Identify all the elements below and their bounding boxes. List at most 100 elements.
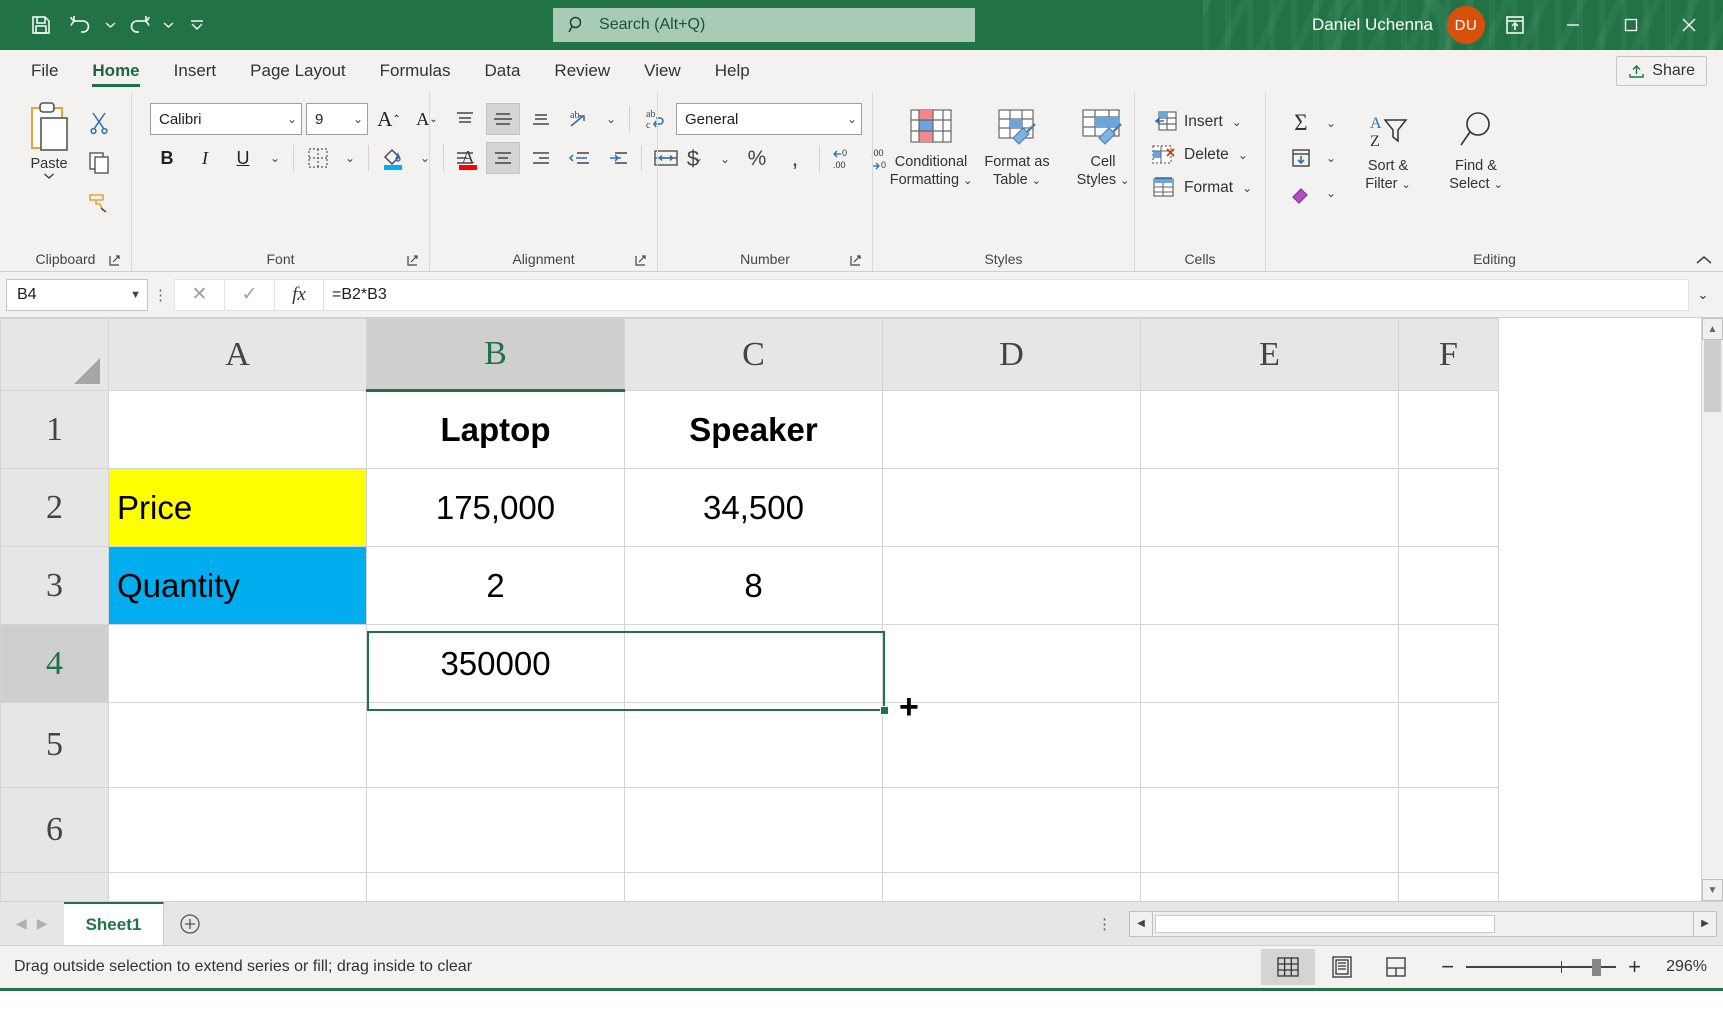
column-header-e[interactable]: E: [1141, 319, 1399, 391]
middle-align-icon[interactable]: [486, 103, 520, 135]
cell-b7[interactable]: [367, 873, 625, 902]
cell-c4[interactable]: [625, 625, 883, 703]
zoom-slider-thumb[interactable]: [1592, 959, 1601, 976]
zoom-in-button[interactable]: +: [1628, 956, 1641, 978]
conditional-formatting-chevron-down-icon[interactable]: ⌄: [963, 175, 972, 187]
copy-icon[interactable]: [82, 146, 116, 180]
cell-b5[interactable]: [367, 703, 625, 788]
italic-button[interactable]: I: [188, 142, 222, 174]
cell-d6[interactable]: [883, 788, 1141, 873]
paste-button[interactable]: Paste: [18, 100, 80, 220]
avatar[interactable]: DU: [1447, 6, 1485, 44]
cell-styles-chevron-down-icon[interactable]: ⌄: [1120, 175, 1129, 187]
font-size-combo[interactable]: 9 ⌄: [306, 103, 368, 135]
redo-icon[interactable]: [120, 7, 158, 43]
column-header-f[interactable]: F: [1399, 319, 1499, 391]
cell-d5[interactable]: [883, 703, 1141, 788]
autosum-icon[interactable]: Σ: [1284, 107, 1318, 139]
cell-a3[interactable]: Quantity: [109, 547, 367, 625]
enter-formula-icon[interactable]: ✓: [224, 279, 274, 311]
insert-chevron-down-icon[interactable]: ⌄: [1232, 115, 1242, 129]
save-icon[interactable]: [22, 7, 60, 43]
cell-a4[interactable]: [109, 625, 367, 703]
insert-function-icon[interactable]: fx: [274, 279, 324, 311]
account-name[interactable]: Daniel Uchenna: [1312, 15, 1433, 35]
bold-button[interactable]: B: [150, 142, 184, 174]
tab-view[interactable]: View: [627, 50, 698, 92]
cell-b6[interactable]: [367, 788, 625, 873]
redo-chevron-down-icon[interactable]: [160, 7, 176, 43]
cell-a2[interactable]: Price: [109, 469, 367, 547]
zoom-out-button[interactable]: −: [1441, 956, 1454, 978]
autosum-chevron-down-icon[interactable]: ⌄: [1320, 107, 1342, 139]
increase-indent-icon[interactable]: [600, 142, 634, 174]
share-button[interactable]: Share: [1616, 56, 1707, 86]
font-name-combo[interactable]: Calibri ⌄: [150, 103, 302, 135]
font-size-chevron-down-icon[interactable]: ⌄: [349, 112, 363, 126]
name-box-chevron-down-icon[interactable]: ▼: [130, 289, 141, 301]
font-name-chevron-down-icon[interactable]: ⌄: [283, 112, 297, 126]
cell-a5[interactable]: [109, 703, 367, 788]
column-header-b[interactable]: B: [367, 319, 625, 391]
cell-b3[interactable]: 2: [367, 547, 625, 625]
cell-f7[interactable]: [1399, 873, 1499, 902]
customize-quick-access-toolbar-icon[interactable]: [178, 7, 216, 43]
bottom-align-icon[interactable]: [524, 103, 558, 135]
cell-f4[interactable]: [1399, 625, 1499, 703]
cell-a1[interactable]: [109, 391, 367, 469]
underline-chevron-down-icon[interactable]: ⌄: [264, 142, 286, 174]
cell-e3[interactable]: [1141, 547, 1399, 625]
fill-color-icon[interactable]: [376, 142, 410, 174]
clear-icon[interactable]: [1284, 177, 1318, 209]
fill-chevron-down-icon[interactable]: ⌄: [1320, 142, 1342, 174]
cell-d3[interactable]: [883, 547, 1141, 625]
close-button[interactable]: [1661, 0, 1717, 50]
vertical-scroll-thumb[interactable]: [1704, 340, 1721, 412]
horizontal-scroll-track[interactable]: [1153, 911, 1693, 937]
cell-a7[interactable]: [109, 873, 367, 902]
format-chevron-down-icon[interactable]: ⌄: [1242, 181, 1252, 195]
orientation-chevron-down-icon[interactable]: ⌄: [600, 103, 622, 135]
name-box[interactable]: B4 ▼: [6, 279, 148, 311]
tab-home[interactable]: Home: [75, 50, 156, 92]
cell-c1[interactable]: Speaker: [625, 391, 883, 469]
page-break-preview-icon[interactable]: [1369, 949, 1423, 985]
grid-cells-area[interactable]: A B C D E F 1 Laptop Speaker 2 Price 175…: [0, 318, 1701, 901]
format-as-table-chevron-down-icon[interactable]: ⌄: [1032, 175, 1041, 187]
cell-c3[interactable]: 8: [625, 547, 883, 625]
clipboard-dialog-launcher[interactable]: [106, 252, 122, 268]
number-format-combo[interactable]: General ⌄: [676, 103, 862, 135]
cell-a6[interactable]: [109, 788, 367, 873]
cell-b1[interactable]: Laptop: [367, 391, 625, 469]
number-format-chevron-down-icon[interactable]: ⌄: [843, 112, 857, 126]
column-header-c[interactable]: C: [625, 319, 883, 391]
decrease-indent-icon[interactable]: [562, 142, 596, 174]
find-and-select-button[interactable]: Find & Select ⌄: [1434, 104, 1518, 209]
delete-cells-button[interactable]: Delete ⌄: [1151, 139, 1252, 170]
row-header-6[interactable]: 6: [1, 788, 109, 873]
hscroll-left-icon[interactable]: ◀: [1129, 911, 1153, 937]
tab-insert[interactable]: Insert: [157, 50, 234, 92]
cell-c7[interactable]: [625, 873, 883, 902]
cell-e5[interactable]: [1141, 703, 1399, 788]
row-header-2[interactable]: 2: [1, 469, 109, 547]
select-all-button[interactable]: [1, 319, 109, 391]
cell-d2[interactable]: [883, 469, 1141, 547]
accounting-chevron-down-icon[interactable]: ⌄: [714, 143, 736, 175]
horizontal-scroll-thumb[interactable]: [1155, 915, 1495, 933]
tab-data[interactable]: Data: [468, 50, 538, 92]
row-header-4[interactable]: 4: [1, 625, 109, 703]
cell-styles-button[interactable]: Cell Styles ⌄: [1061, 102, 1145, 189]
scroll-down-icon[interactable]: ▼: [1702, 879, 1723, 901]
ribbon-display-options-icon[interactable]: [1487, 0, 1543, 50]
cell-f3[interactable]: [1399, 547, 1499, 625]
cell-f5[interactable]: [1399, 703, 1499, 788]
grow-font-icon[interactable]: A⌃: [372, 103, 406, 135]
fill-handle[interactable]: [880, 706, 889, 715]
cell-d4[interactable]: [883, 625, 1141, 703]
normal-view-icon[interactable]: [1261, 949, 1315, 985]
font-dialog-launcher[interactable]: [404, 252, 420, 268]
undo-icon[interactable]: [62, 7, 100, 43]
sheet-next-icon[interactable]: ▶: [37, 915, 48, 932]
minimize-button[interactable]: [1545, 0, 1601, 50]
